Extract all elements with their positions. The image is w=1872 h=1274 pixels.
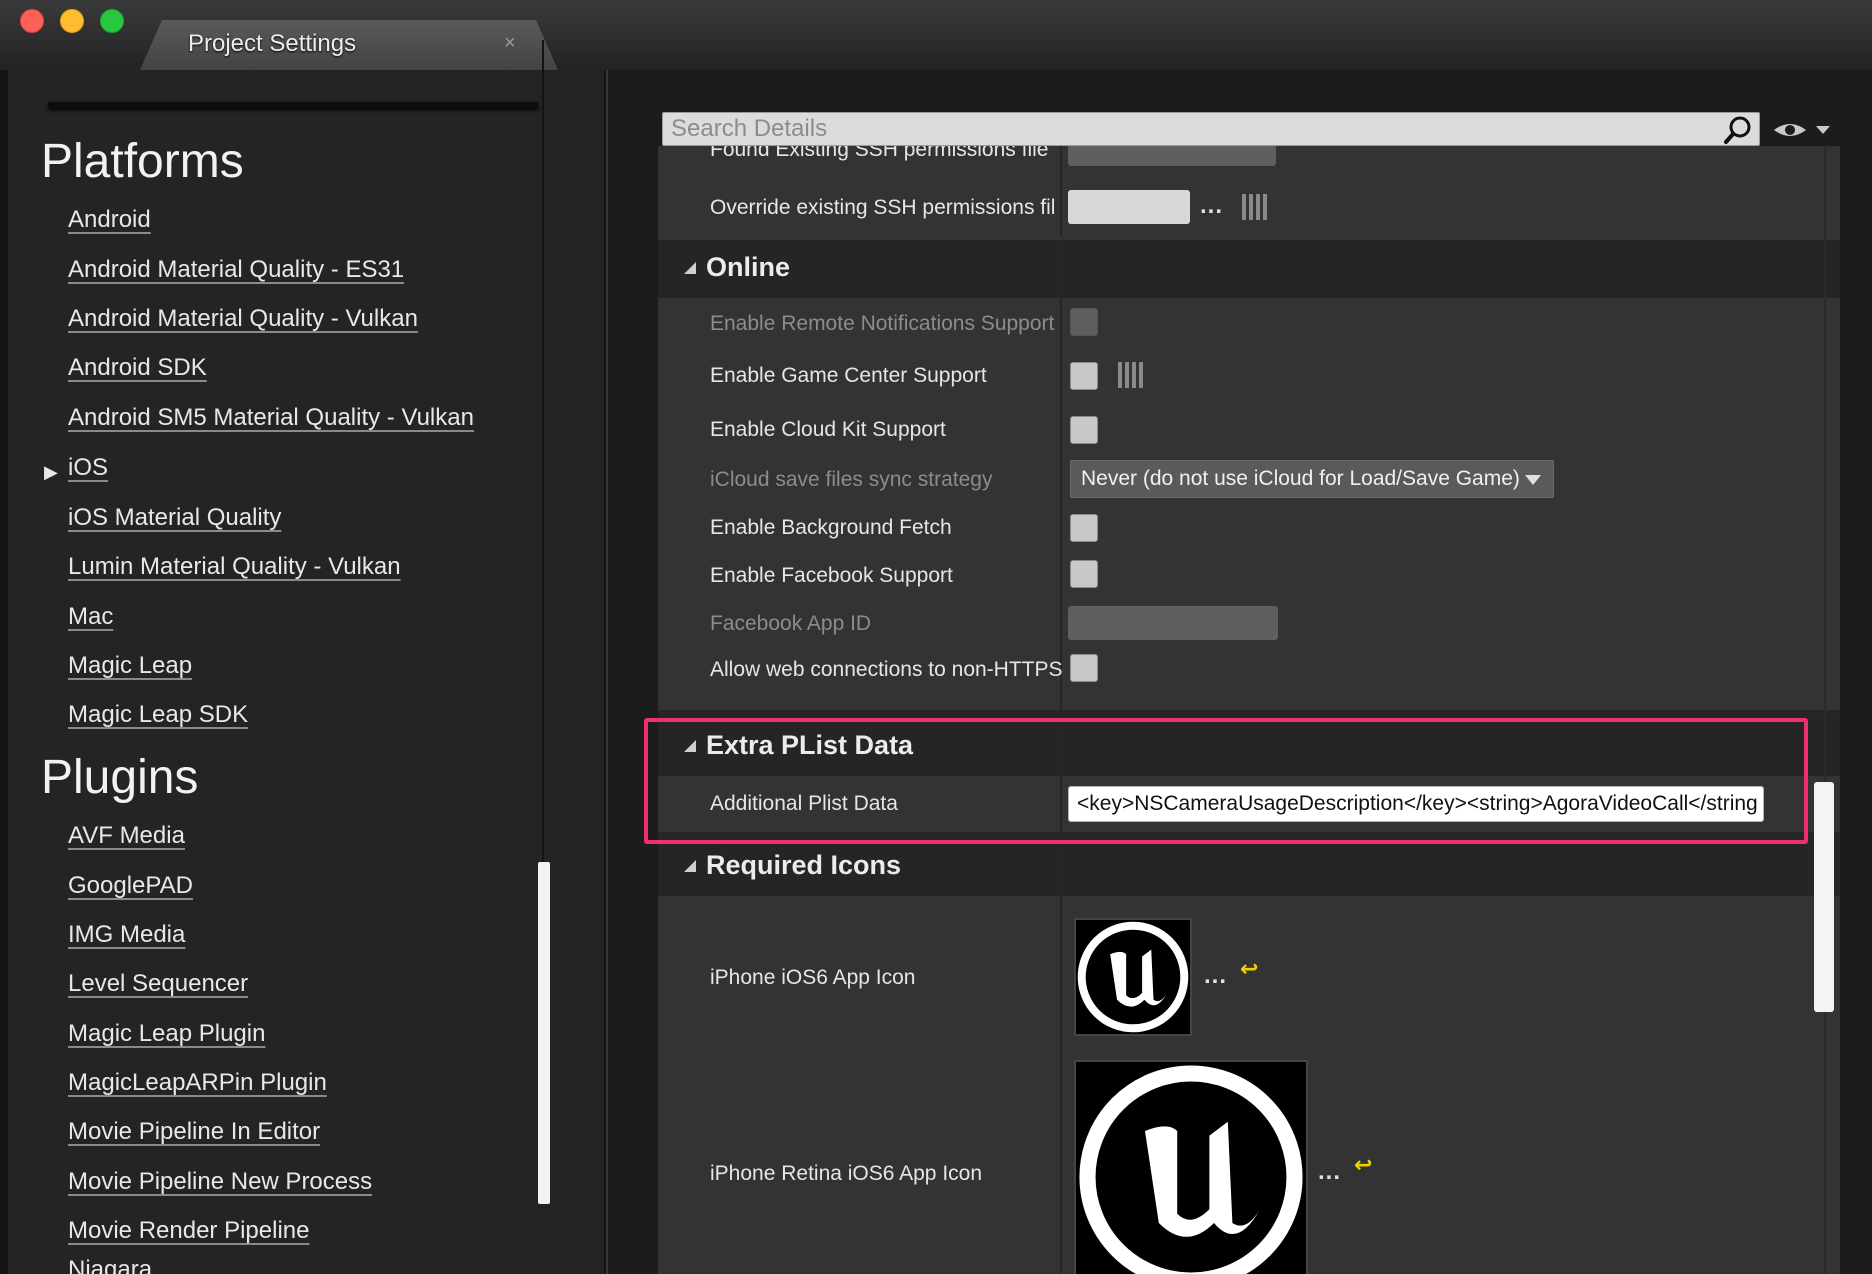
category-plugins: Plugins (41, 751, 199, 804)
facebook-support-label: Enable Facebook Support (710, 564, 953, 587)
details-scrollbar[interactable] (1814, 782, 1834, 1012)
sidebar-item-android[interactable]: Android (68, 206, 151, 234)
section-extra-plist-title: Extra PList Data (706, 730, 914, 760)
row-override-ssh: Override existing SSH permissions fil ..… (658, 180, 1840, 236)
icloud-strategy-value: Never (do not use iCloud for Load/Save G… (1081, 467, 1520, 490)
row-splitter (1060, 776, 1062, 832)
additional-plist-field[interactable]: <key>NSCameraUsageDescription</key><stri… (1068, 786, 1764, 822)
sidebar-item-magicleaparpin-plugin[interactable]: MagicLeapARPin Plugin (68, 1069, 327, 1097)
search-input[interactable] (671, 113, 1691, 145)
sidebar-item-magic-leap-plugin[interactable]: Magic Leap Plugin (68, 1020, 265, 1048)
row-splitter (1060, 838, 1062, 896)
collapse-arrow-icon[interactable] (684, 262, 696, 274)
row-splitter (1060, 180, 1062, 236)
sidebar-item-android-sm5-material-quality-vulkan[interactable]: Android SM5 Material Quality - Vulkan (68, 404, 474, 432)
sidebar-item-android-material-quality-es31[interactable]: Android Material Quality - ES31 (68, 256, 404, 284)
game-center-label: Enable Game Center Support (710, 364, 987, 387)
collapse-arrow-icon[interactable] (684, 860, 696, 872)
iphone-ios6-icon-preview[interactable] (1074, 918, 1192, 1036)
unreal-logo-icon (1077, 921, 1189, 1033)
web-connections-checkbox[interactable] (1070, 654, 1098, 682)
sidebar-item-level-sequencer[interactable]: Level Sequencer (68, 970, 248, 998)
browse-iphone-retina-ios6-icon-button[interactable]: ... (1318, 1158, 1341, 1186)
tab-title: Project Settings (188, 30, 357, 57)
override-ssh-field[interactable] (1068, 190, 1190, 224)
sidebar-item-movie-pipeline-new-process[interactable]: Movie Pipeline New Process (68, 1168, 372, 1196)
background-fetch-label: Enable Background Fetch (710, 516, 952, 539)
row-splitter (1060, 718, 1062, 776)
cloud-kit-checkbox[interactable] (1070, 416, 1098, 444)
facebook-app-id-label: Facebook App ID (710, 612, 872, 635)
sidebar-item-avf-media[interactable]: AVF Media (68, 822, 185, 850)
chevron-down-icon (1525, 475, 1541, 485)
grid-icon[interactable] (1242, 194, 1268, 220)
reset-arrow-icon[interactable]: ↩ (1354, 1152, 1372, 1178)
icloud-strategy-label: iCloud save files sync strategy (710, 468, 993, 491)
details-scroll-track (1824, 146, 1826, 1274)
pane-splitter[interactable] (606, 70, 608, 1274)
sidebar-item-niagara[interactable]: Niagara (68, 1256, 152, 1274)
section-gap (658, 710, 1840, 718)
section-required-icons-title: Required Icons (706, 850, 902, 880)
collapse-arrow-icon[interactable] (684, 740, 696, 752)
iphone-retina-ios6-icon-label: iPhone Retina iOS6 App Icon (710, 1162, 983, 1185)
sidebar-top-shadow (48, 102, 538, 108)
override-ssh-label: Override existing SSH permissions fil (710, 196, 1056, 219)
sidebar-item-magic-leap-sdk[interactable]: Magic Leap SDK (68, 701, 248, 729)
reset-arrow-icon[interactable]: ↩ (1240, 956, 1258, 982)
category-platforms: Platforms (41, 135, 244, 188)
close-window-button[interactable] (20, 9, 44, 33)
details-panel: Found Existing SSH permissions file Over… (658, 146, 1840, 1274)
facebook-app-id-field (1068, 606, 1278, 640)
background-fetch-checkbox[interactable] (1070, 514, 1098, 542)
sidebar-item-magic-leap[interactable]: Magic Leap (68, 652, 192, 680)
unreal-logo-icon (1079, 1065, 1303, 1274)
row-splitter (1060, 240, 1062, 298)
web-connections-label: Allow web connections to non-HTTPS (710, 658, 1063, 681)
remote-notifications-label: Enable Remote Notifications Support (710, 312, 1055, 335)
title-bar: Project Settings × (0, 0, 1872, 70)
browse-ssh-button[interactable]: ... (1200, 192, 1223, 220)
row-splitter (1060, 146, 1062, 180)
sidebar-item-android-material-quality-vulkan[interactable]: Android Material Quality - Vulkan (68, 305, 418, 333)
section-online[interactable]: Online (658, 240, 1840, 298)
column-splitter[interactable] (1060, 896, 1062, 1274)
sidebar-item-movie-render-pipeline[interactable]: Movie Render Pipeline (68, 1217, 309, 1245)
found-ssh-field (1068, 146, 1276, 166)
minimize-window-button[interactable] (60, 9, 84, 33)
row-found-ssh: Found Existing SSH permissions file (658, 146, 1840, 180)
sidebar-scrollbar[interactable] (538, 862, 550, 1204)
remote-notifications-checkbox (1070, 308, 1098, 336)
cloud-kit-label: Enable Cloud Kit Support (710, 418, 946, 441)
section-online-title: Online (706, 252, 791, 282)
icloud-strategy-dropdown[interactable]: Never (do not use iCloud for Load/Save G… (1070, 460, 1554, 498)
grid-icon[interactable] (1118, 362, 1144, 388)
additional-plist-label: Additional Plist Data (710, 792, 898, 815)
search-box[interactable] (662, 112, 1760, 146)
sidebar-item-mac[interactable]: Mac (68, 603, 113, 631)
column-splitter[interactable] (1060, 298, 1062, 710)
expand-arrow-icon[interactable]: ▶ (44, 462, 58, 483)
row-additional-plist: Additional Plist Data <key>NSCameraUsage… (658, 776, 1840, 832)
zoom-window-button[interactable] (100, 9, 124, 33)
browse-iphone-ios6-icon-button[interactable]: ... (1204, 962, 1227, 990)
view-options-eye-icon[interactable] (1772, 118, 1832, 142)
search-icon[interactable] (1723, 115, 1753, 145)
sidebar-item-movie-pipeline-in-editor[interactable]: Movie Pipeline In Editor (68, 1118, 320, 1146)
sidebar-item-android-sdk[interactable]: Android SDK (68, 354, 207, 382)
iphone-ios6-icon-label: iPhone iOS6 App Icon (710, 966, 916, 989)
sidebar-item-googlepad[interactable]: GooglePAD (68, 872, 193, 900)
sidebar-item-lumin-material-quality-vulkan[interactable]: Lumin Material Quality - Vulkan (68, 553, 401, 581)
game-center-checkbox[interactable] (1070, 362, 1098, 390)
sidebar-item-img-media[interactable]: IMG Media (68, 921, 185, 949)
facebook-support-checkbox[interactable] (1070, 560, 1098, 588)
found-ssh-label: Found Existing SSH permissions file (710, 146, 1049, 161)
sidebar-item-ios[interactable]: iOS (68, 454, 108, 482)
section-required-icons[interactable]: Required Icons (658, 838, 1840, 896)
tab-project-settings[interactable]: Project Settings × (140, 20, 558, 70)
sidebar-item-ios-material-quality[interactable]: iOS Material Quality (68, 504, 281, 532)
iphone-retina-ios6-icon-preview[interactable] (1074, 1060, 1308, 1274)
tab-close-icon[interactable]: × (504, 32, 516, 55)
section-extra-plist[interactable]: Extra PList Data (658, 718, 1840, 776)
